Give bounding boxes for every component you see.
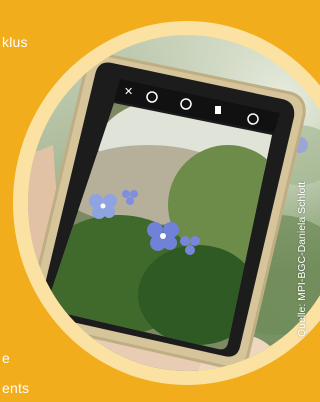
text-fragment-middle: e: [2, 350, 10, 366]
flash-off-icon[interactable]: ✕: [124, 85, 133, 98]
circular-photo: ✕: [28, 35, 320, 371]
page: klus e ents ✕ Quelle: MPI-BGC-Daniela Sc…: [0, 0, 320, 402]
photo-illustration: ✕: [28, 52, 320, 371]
photo-credit: Quelle: MPI-BGC-Daniela Schlott: [296, 181, 308, 337]
text-fragment-top: klus: [2, 34, 28, 50]
timer-icon[interactable]: [215, 106, 221, 114]
text-fragment-bottom: ents: [2, 380, 30, 396]
